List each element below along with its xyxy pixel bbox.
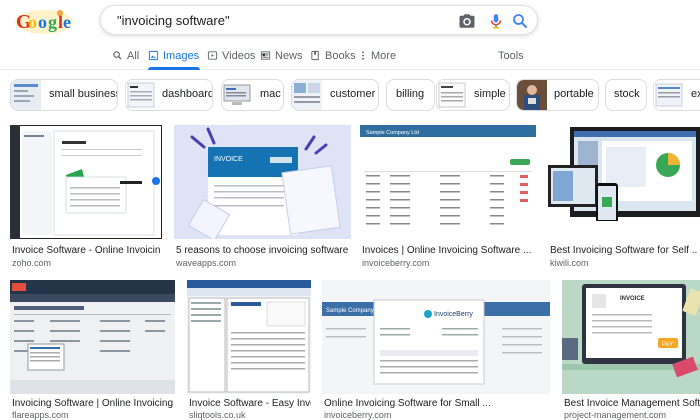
result-source: project-management.com	[564, 410, 667, 420]
image-result[interactable]: Invoice Software - Easy Invoicin... sliq…	[187, 280, 311, 420]
image-result[interactable]: Invoicing Software | Online Invoicing ..…	[10, 280, 175, 420]
pay-button-text: PAY	[662, 342, 673, 348]
result-source: invoiceberry.com	[362, 258, 430, 268]
chip-label: ex	[691, 88, 700, 100]
svg-text:g: g	[48, 12, 57, 32]
image-icon	[148, 50, 159, 61]
related-searches-bar: small business dashboard mac customer bi…	[0, 79, 700, 111]
chip-billing[interactable]: billing	[386, 79, 435, 111]
result-image	[187, 280, 311, 394]
chip-thumbnail	[222, 80, 252, 110]
chip-thumbnail	[437, 80, 467, 110]
chip-label: mac	[260, 88, 281, 100]
search-tabs: All Images Videos News Books More Tools	[0, 44, 700, 70]
chip-thumbnail	[654, 80, 684, 110]
chip-ex[interactable]: ex	[653, 79, 700, 111]
google-logo[interactable]: G o o g l e	[14, 6, 74, 36]
chip-thumbnail	[517, 80, 547, 110]
result-source: kiwili.com	[550, 258, 589, 268]
chip-small-business[interactable]: small business	[10, 79, 118, 111]
svg-text:o: o	[38, 12, 47, 32]
result-image: Sample Company Ltd	[360, 125, 536, 239]
play-icon	[207, 51, 218, 60]
tab-label: Books	[325, 50, 356, 62]
tab-more[interactable]: More	[359, 50, 396, 70]
result-title[interactable]: Invoice Software - Online Invoicing for …	[12, 245, 160, 256]
result-title[interactable]: Best Invoice Management Software fo...	[564, 398, 700, 409]
result-image: INVOICE PAY	[562, 280, 700, 394]
chip-thumbnail	[292, 80, 322, 110]
image-result[interactable]: Invoice Software - Online Invoicing for …	[10, 125, 162, 268]
book-icon	[311, 50, 319, 61]
result-image	[548, 125, 700, 239]
chip-customer[interactable]: customer	[291, 79, 379, 111]
chip-label: stock	[614, 88, 640, 100]
tab-news[interactable]: News	[260, 50, 303, 70]
google-images-page: G o o g l e "invoicing software" All Ima…	[0, 0, 700, 420]
result-source: waveapps.com	[176, 258, 237, 268]
result-title[interactable]: Online Invoicing Software for Small ...	[324, 398, 550, 409]
tab-label: More	[371, 50, 397, 62]
search-input[interactable]: "invoicing software"	[117, 13, 230, 28]
result-title[interactable]: Invoices | Online Invoicing Software ...	[362, 245, 536, 256]
invoiceberry-logo-text: InvoiceBerry	[434, 311, 473, 318]
search-icon[interactable]	[511, 12, 529, 30]
invoice-heading-text: INVOICE	[214, 156, 243, 163]
result-title[interactable]: Invoicing Software | Online Invoicing ..…	[12, 398, 175, 409]
result-source: invoiceberry.com	[324, 410, 392, 420]
tab-videos[interactable]: Videos	[207, 50, 255, 70]
tab-images[interactable]: Images	[148, 50, 200, 70]
chip-label: small business	[49, 88, 118, 100]
result-image: INVOICE	[174, 125, 351, 239]
result-source: zoho.com	[12, 258, 52, 268]
result-image	[10, 280, 175, 394]
chip-thumbnail	[126, 80, 156, 110]
chip-label: portable	[554, 88, 594, 100]
search-icon	[113, 51, 122, 60]
tab-label: Videos	[222, 50, 256, 62]
result-image: Sample Company Ltd InvoiceBerry	[322, 280, 550, 394]
tools-button[interactable]: Tools	[498, 50, 524, 70]
tab-label: Images	[163, 50, 200, 62]
tab-books[interactable]: Books	[310, 50, 356, 70]
company-name-text: Sample Company Ltd	[366, 130, 419, 136]
chip-mac[interactable]: mac	[221, 79, 284, 111]
result-title[interactable]: Invoice Software - Easy Invoicin...	[189, 398, 311, 409]
result-title[interactable]: Best Invoicing Software for Self ...	[550, 245, 698, 256]
image-result[interactable]: Sample Company Ltd Invoices | Online Inv…	[360, 125, 536, 268]
chip-thumbnail	[11, 80, 41, 110]
chip-label: simple	[474, 88, 506, 100]
active-tab-indicator	[148, 67, 200, 70]
more-vertical-icon	[362, 51, 364, 60]
chip-label: customer	[330, 88, 376, 100]
svg-text:o: o	[28, 12, 37, 32]
search-box[interactable]: "invoicing software"	[100, 5, 538, 35]
camera-icon[interactable]	[458, 12, 476, 30]
result-image	[10, 125, 162, 239]
svg-text:e: e	[63, 12, 71, 32]
result-title[interactable]: 5 reasons to choose invoicing software .…	[176, 245, 351, 256]
image-result[interactable]: Sample Company Ltd InvoiceBerry Online I…	[322, 280, 550, 420]
chip-label: billing	[396, 88, 425, 100]
tab-label: All	[127, 50, 140, 62]
chip-stock[interactable]: stock	[605, 79, 647, 111]
result-source: sliqtools.co.uk	[189, 410, 246, 420]
image-result[interactable]: INVOICE 5 reasons to choose invoicing so…	[174, 125, 351, 268]
news-icon	[260, 51, 271, 60]
image-result[interactable]: Best Invoicing Software for Self ... kiw…	[548, 125, 700, 268]
chip-portable[interactable]: portable	[516, 79, 599, 111]
invoice-heading-text: INVOICE	[620, 296, 645, 302]
result-source: flareapps.com	[12, 410, 69, 420]
tab-all[interactable]: All	[112, 50, 139, 70]
image-result[interactable]: INVOICE PAY Best Invoice Management Soft…	[562, 280, 700, 420]
tab-label: News	[275, 50, 303, 62]
chip-label: dashboard	[162, 88, 213, 100]
chip-simple[interactable]: simple	[436, 79, 510, 111]
microphone-icon[interactable]	[487, 12, 505, 30]
chip-dashboard[interactable]: dashboard	[125, 79, 213, 111]
